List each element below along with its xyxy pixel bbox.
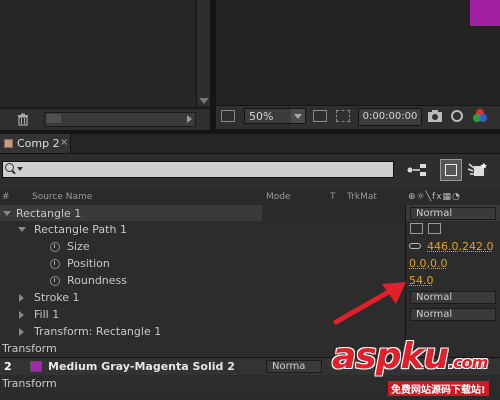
watermark-suffix: .com <box>448 353 488 372</box>
row-label: Size <box>67 240 90 253</box>
roundness-value[interactable]: 54.0 <box>409 272 434 289</box>
property-row-rectangle-path[interactable]: Rectangle Path 1 <box>0 221 500 238</box>
layer-number: 2 <box>4 360 12 373</box>
switches-icons: ⊕☼╲fx▦◔ <box>408 192 461 202</box>
camera-icon[interactable] <box>427 109 443 123</box>
project-list-area[interactable] <box>0 0 196 106</box>
project-vertical-scrollbar[interactable] <box>196 0 211 106</box>
expand-triangle-icon[interactable] <box>19 311 24 319</box>
motion-blur-icon[interactable] <box>466 160 490 180</box>
resolution-icon[interactable] <box>313 110 327 122</box>
path-direction-reverse-icon[interactable] <box>428 223 441 234</box>
scroll-right-arrow-icon[interactable] <box>187 115 192 123</box>
close-icon[interactable]: × <box>60 137 68 148</box>
magnification-select[interactable]: 50% <box>244 108 306 124</box>
timeline-tab-bar <box>0 134 500 154</box>
tab-label: Comp 2 <box>17 137 60 150</box>
scroll-thumb[interactable] <box>47 114 61 123</box>
zoom-value: 50% <box>249 110 274 123</box>
property-row-fill[interactable]: Fill 1 Normal <box>0 306 500 323</box>
composition-icon <box>4 139 13 148</box>
always-preview-icon[interactable] <box>221 110 235 122</box>
draft-3d-button[interactable] <box>440 159 462 181</box>
draft-3d-icon <box>445 164 457 176</box>
composition-viewer[interactable] <box>216 0 500 105</box>
path-direction-icon[interactable] <box>410 223 423 234</box>
layer-mode-select[interactable]: Norma <box>266 360 322 373</box>
current-time-display[interactable]: 0:00:00:00 <box>358 108 422 126</box>
watermark-tagline: 免费网站源码下载站! <box>388 381 489 396</box>
search-dropdown-icon[interactable] <box>17 167 23 171</box>
property-row-rectangle-1[interactable]: Rectangle 1 Normal <box>0 205 500 222</box>
row-label: Transform <box>2 342 57 355</box>
property-row-roundness[interactable]: Roundness 54.0 <box>0 272 500 289</box>
tab-comp-2[interactable]: Comp 2 × <box>0 134 71 153</box>
timeline-column-header: # Source Name Mode T TrkMat ⊕☼╲fx▦◔ <box>0 190 500 206</box>
trash-icon[interactable] <box>16 112 30 126</box>
blend-mode-select[interactable]: Normal <box>410 291 496 304</box>
expand-triangle-icon[interactable] <box>19 294 24 302</box>
column-trkmat[interactable]: TrkMat <box>347 192 377 202</box>
annotation-arrow-icon <box>333 282 406 325</box>
blend-mode-select[interactable]: Normal <box>410 207 496 220</box>
row-label: Roundness <box>67 274 128 287</box>
layer-name[interactable]: Medium Gray-Magenta Solid 2 <box>48 358 235 375</box>
row-label: Stroke 1 <box>34 291 80 304</box>
channel-rgb-icon[interactable] <box>472 108 488 124</box>
row-label: Transform: Rectangle 1 <box>34 325 162 338</box>
layer-color-label[interactable] <box>30 361 42 372</box>
stopwatch-icon[interactable] <box>50 259 60 269</box>
property-row-size[interactable]: Size 446.0,242.0 <box>0 238 500 255</box>
column-t[interactable]: T <box>330 192 336 202</box>
size-value[interactable]: 446.0,242.0 <box>427 238 493 255</box>
column-hash: # <box>2 192 10 202</box>
chevron-down-icon[interactable] <box>291 109 305 123</box>
row-label: Rectangle 1 <box>16 207 82 220</box>
property-row-position[interactable]: Position 0.0,0.0 <box>0 255 500 272</box>
row-label: Position <box>67 257 110 270</box>
search-icon[interactable] <box>5 163 14 172</box>
stopwatch-icon[interactable] <box>50 276 60 286</box>
column-mode[interactable]: Mode <box>266 192 291 202</box>
project-horizontal-scrollbar[interactable] <box>44 112 196 127</box>
row-label: Rectangle Path 1 <box>34 223 127 236</box>
region-of-interest-icon[interactable] <box>336 110 350 122</box>
stopwatch-icon[interactable] <box>50 242 60 252</box>
position-value[interactable]: 0.0,0.0 <box>409 255 447 272</box>
column-source-name[interactable]: Source Name <box>32 192 92 202</box>
watermark-logo: aspku.com <box>332 336 488 377</box>
magenta-solid-preview <box>470 0 500 26</box>
row-label: Transform <box>2 377 57 390</box>
link-icon[interactable] <box>409 243 421 249</box>
expand-triangle-icon[interactable] <box>19 328 24 336</box>
scroll-down-arrow-icon[interactable] <box>199 98 209 104</box>
row-spacer <box>262 205 405 222</box>
watermark-brand: aspku <box>332 336 449 377</box>
property-row-stroke[interactable]: Stroke 1 Normal <box>0 289 500 306</box>
expand-triangle-icon[interactable] <box>18 227 26 232</box>
search-input[interactable] <box>2 161 394 178</box>
show-snapshot-icon[interactable] <box>450 109 464 123</box>
blend-mode-select[interactable]: Normal <box>410 308 496 321</box>
row-label: Fill 1 <box>34 308 60 321</box>
composition-mini-flowchart-icon[interactable] <box>405 160 431 180</box>
expand-triangle-icon[interactable] <box>3 211 11 216</box>
